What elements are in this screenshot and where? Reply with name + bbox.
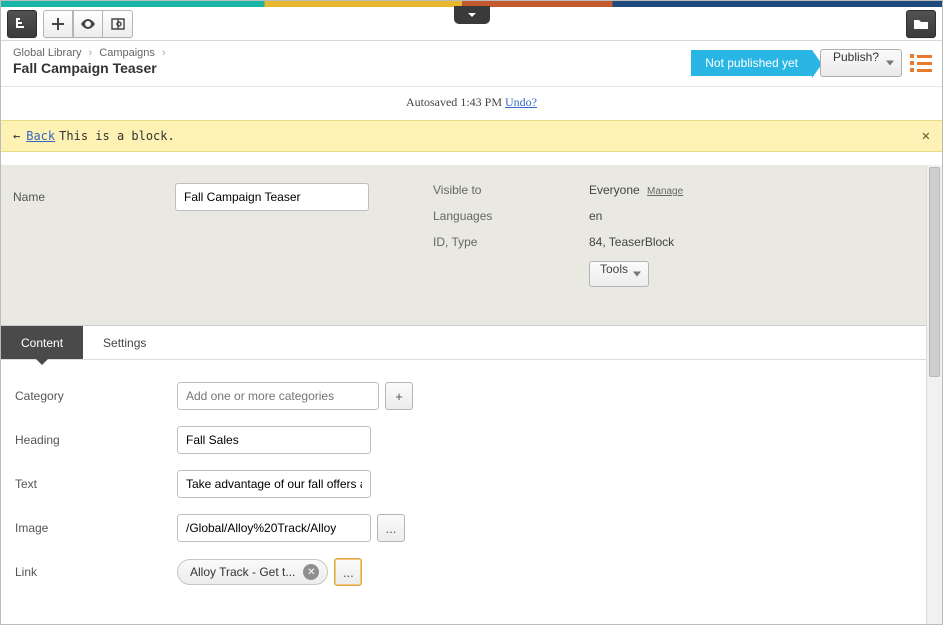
assets-pane-button[interactable] xyxy=(906,10,936,38)
undo-link[interactable]: Undo? xyxy=(505,95,537,109)
languages-label: Languages xyxy=(433,209,589,223)
back-link[interactable]: Back xyxy=(26,129,55,143)
arrow-left-icon: ← xyxy=(13,129,20,143)
meta-panel: Name Visible to Everyone Manage Language… xyxy=(1,165,942,326)
meta-right: Visible to Everyone Manage Languages en … xyxy=(433,183,683,299)
compare-icon xyxy=(110,16,126,32)
notice-text: This is a block. xyxy=(59,129,175,143)
breadcrumb-separator: › xyxy=(89,47,93,59)
idtype-label: ID, Type xyxy=(433,235,589,249)
info-notice: ← Back This is a block. ✕ xyxy=(1,120,942,152)
plus-icon-text: + xyxy=(395,389,403,404)
publish-status-flag: Not published yet xyxy=(691,50,812,76)
heading-label: Heading xyxy=(15,433,177,447)
ellipsis-icon: ... xyxy=(343,565,354,580)
autosave-prefix: Autosaved xyxy=(406,95,457,109)
add-category-button[interactable]: + xyxy=(385,382,413,410)
meta-left: Name xyxy=(13,183,369,299)
image-field[interactable] xyxy=(177,514,371,542)
tree-icon xyxy=(14,16,30,32)
link-pill[interactable]: Alloy Track - Get t... ✕ xyxy=(177,559,328,585)
tab-content[interactable]: Content xyxy=(1,326,83,359)
link-label: Link xyxy=(15,565,177,579)
publish-button-label: Publish? xyxy=(833,50,879,64)
breadcrumb-separator: › xyxy=(162,47,166,59)
preview-button[interactable] xyxy=(73,10,103,38)
heading-field[interactable] xyxy=(177,426,371,454)
panel-drop-tab[interactable] xyxy=(454,6,490,24)
visible-to-label: Visible to xyxy=(433,183,589,197)
header-actions: Not published yet Publish? xyxy=(691,49,932,77)
text-field[interactable] xyxy=(177,470,371,498)
options-list-button[interactable] xyxy=(910,52,932,74)
publish-button[interactable]: Publish? xyxy=(820,49,902,77)
compare-button[interactable] xyxy=(103,10,133,38)
folder-icon xyxy=(913,16,929,32)
scrollbar-thumb[interactable] xyxy=(929,167,940,377)
vertical-scrollbar[interactable] xyxy=(926,165,942,624)
visible-to-text: Everyone xyxy=(589,183,640,197)
browse-link-button[interactable]: ... xyxy=(334,558,362,586)
manage-link[interactable]: Manage xyxy=(647,186,683,197)
sub-header: Global Library › Campaigns › Fall Campai… xyxy=(1,41,942,87)
visible-to-value: Everyone Manage xyxy=(589,183,683,197)
remove-link-button[interactable]: ✕ xyxy=(303,564,319,580)
autosave-time: 1:43 PM xyxy=(460,95,502,109)
breadcrumb-child[interactable]: Campaigns xyxy=(99,47,155,59)
tools-button[interactable]: Tools xyxy=(589,261,649,287)
breadcrumb-root[interactable]: Global Library xyxy=(13,47,81,59)
chevron-down-icon xyxy=(467,10,477,20)
eye-icon xyxy=(80,16,96,32)
category-field[interactable] xyxy=(177,382,379,410)
content-form: Category + Heading Text Image ... Link A… xyxy=(1,360,942,624)
tab-settings[interactable]: Settings xyxy=(83,326,166,359)
ellipsis-icon: ... xyxy=(386,521,397,536)
close-icon[interactable]: ✕ xyxy=(922,128,930,144)
chevron-down-icon xyxy=(886,61,894,66)
properties-scroll-area[interactable]: Name Visible to Everyone Manage Language… xyxy=(1,165,942,624)
image-label: Image xyxy=(15,521,177,535)
tree-toggle-button[interactable] xyxy=(7,10,37,38)
text-label: Text xyxy=(15,477,177,491)
browse-image-button[interactable]: ... xyxy=(377,514,405,542)
plus-icon xyxy=(50,16,66,32)
category-label: Category xyxy=(15,389,177,403)
tools-button-label: Tools xyxy=(600,262,628,276)
add-button[interactable] xyxy=(43,10,73,38)
autosave-status: Autosaved 1:43 PM Undo? xyxy=(1,87,942,120)
chevron-down-icon xyxy=(633,272,641,277)
idtype-value: 84, TeaserBlock xyxy=(589,235,674,249)
view-button-group xyxy=(43,10,133,38)
name-label: Name xyxy=(13,190,175,204)
tab-strip: Content Settings xyxy=(1,326,942,360)
link-pill-label: Alloy Track - Get t... xyxy=(190,565,295,579)
languages-value: en xyxy=(589,209,602,223)
name-field[interactable] xyxy=(175,183,369,211)
